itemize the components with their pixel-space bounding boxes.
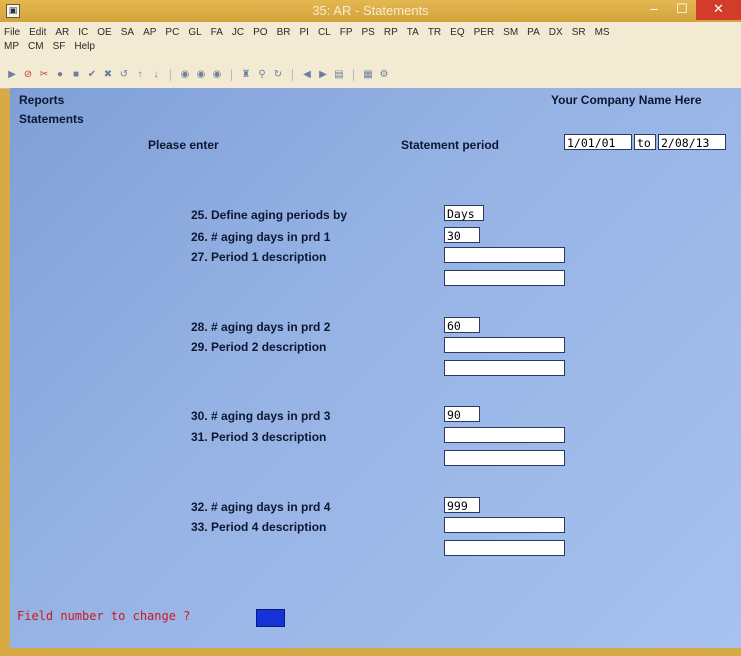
please-enter-label: Please enter [148, 138, 219, 152]
field-33-input-line2[interactable] [444, 540, 565, 556]
period-to-field[interactable]: 2/08/13 [658, 134, 726, 150]
field-32-label: 32. # aging days in prd 4 [191, 500, 331, 514]
toolbar-separator [353, 69, 354, 81]
print-icon[interactable]: ▤ [333, 69, 345, 81]
menu-item-ta[interactable]: TA [407, 27, 419, 38]
menu-item-fp[interactable]: FP [340, 27, 353, 38]
menu-item-sm[interactable]: SM [503, 27, 518, 38]
field-33-input-line1[interactable] [444, 517, 565, 533]
field-31-input-line1[interactable] [444, 427, 565, 443]
record-icon[interactable]: ◉ [179, 69, 191, 81]
menu-item-dx[interactable]: DX [549, 27, 563, 38]
menu-item-mp[interactable]: MP [4, 41, 19, 52]
stop-icon[interactable]: ⊘ [22, 69, 34, 81]
toolbar-separator [170, 69, 171, 81]
field-change-prompt: Field number to change ? [17, 609, 191, 623]
settings-icon[interactable]: ⚙ [378, 69, 390, 81]
menu-row-2: MP CM SF Help [4, 41, 95, 52]
field-28-input[interactable]: 60 [444, 317, 480, 333]
cut-icon[interactable]: ✂ [38, 69, 50, 81]
menu-item-ap[interactable]: AP [143, 27, 156, 38]
info-icon[interactable]: ● [54, 69, 66, 81]
field-30-input[interactable]: 90 [444, 406, 480, 422]
field-31-input-line2[interactable] [444, 450, 565, 466]
field-25-input[interactable]: Days [444, 205, 484, 221]
to-label: to [634, 134, 656, 150]
menu-item-edit[interactable]: Edit [29, 27, 46, 38]
maximize-button[interactable]: ☐ [668, 0, 696, 20]
title-bar[interactable]: ▣ 35: AR - Statements – ☐ ✕ [0, 0, 741, 22]
company-name: Your Company Name Here [551, 93, 702, 107]
window-title: 35: AR - Statements [312, 3, 429, 18]
menu-item-ic[interactable]: IC [78, 27, 88, 38]
undo-icon[interactable]: ↺ [118, 69, 130, 81]
menu-item-ar[interactable]: AR [55, 27, 69, 38]
arrow-up-icon[interactable]: ↑ [134, 69, 146, 81]
menu-item-sr[interactable]: SR [572, 27, 586, 38]
menu-item-sf[interactable]: SF [53, 41, 66, 52]
record2-icon[interactable]: ◉ [195, 69, 207, 81]
field-number-input[interactable] [256, 609, 285, 627]
play-icon[interactable]: ▶ [6, 69, 18, 81]
menu-item-po[interactable]: PO [253, 27, 267, 38]
next-icon[interactable]: ▶ [317, 69, 329, 81]
menu-item-help[interactable]: Help [74, 41, 95, 52]
menu-item-rp[interactable]: RP [384, 27, 398, 38]
field-33-label: 33. Period 4 description [191, 520, 327, 534]
menu-item-file[interactable]: File [4, 27, 20, 38]
close-button[interactable]: ✕ [696, 0, 741, 20]
previous-icon[interactable]: ◀ [301, 69, 313, 81]
menu-row-1: File Edit AR IC OE SA AP PC GL FA JC PO BR PI CL FP PS RP… [4, 27, 610, 38]
menu-item-oe[interactable]: OE [97, 27, 111, 38]
menu-item-pc[interactable]: PC [165, 27, 179, 38]
reports-heading: Reports [19, 93, 65, 107]
arrow-down-icon[interactable]: ↓ [150, 69, 162, 81]
menu-item-sa[interactable]: SA [121, 27, 134, 38]
menu-item-gl[interactable]: GL [188, 27, 201, 38]
menu-item-fa[interactable]: FA [211, 27, 223, 38]
calc-icon[interactable]: ▦ [362, 69, 374, 81]
toolbar-separator [292, 69, 293, 81]
field-30-label: 30. # aging days in prd 3 [191, 409, 331, 423]
menu-item-cm[interactable]: CM [28, 41, 44, 52]
menu-item-per[interactable]: PER [474, 27, 495, 38]
field-27-input-line2[interactable] [444, 270, 565, 286]
menu-item-cl[interactable]: CL [318, 27, 331, 38]
field-31-label: 31. Period 3 description [191, 430, 327, 444]
field-29-input-line2[interactable] [444, 360, 565, 376]
minimize-button[interactable]: – [640, 0, 668, 20]
statement-period-label: Statement period [401, 138, 500, 152]
field-29-input-line1[interactable] [444, 337, 565, 353]
save-icon[interactable]: ■ [70, 69, 82, 81]
menu-item-ms[interactable]: MS [595, 27, 610, 38]
statements-screen: Reports Your Company Name Here Statement… [10, 88, 741, 648]
menu-item-eq[interactable]: EQ [450, 27, 464, 38]
field-26-label: 26. # aging days in prd 1 [191, 230, 331, 244]
menu-item-pi[interactable]: PI [299, 27, 308, 38]
field-27-input-line1[interactable] [444, 247, 565, 263]
field-26-input[interactable]: 30 [444, 227, 480, 243]
menu-bar: File Edit AR IC OE SA AP PC GL FA JC PO BR PI CL FP PS RP… [0, 22, 741, 66]
field-27-label: 27. Period 1 description [191, 250, 327, 264]
toolbar-separator [231, 69, 232, 81]
menu-item-br[interactable]: BR [277, 27, 291, 38]
record3-icon[interactable]: ◉ [211, 69, 223, 81]
toolbar: ▶ ⊘ ✂ ● ■ ✔ ✖ ↺ ↑ ↓ ◉ ◉ ◉ ♜ ⚲ ↻ ◀ ▶ ▤ ▦ … [0, 66, 741, 89]
delete-icon[interactable]: ✖ [102, 69, 114, 81]
menu-item-ps[interactable]: PS [362, 27, 375, 38]
zoom-icon[interactable]: ⚲ [256, 69, 268, 81]
field-25-label: 25. Define aging periods by [191, 208, 348, 222]
period-from-field[interactable]: 1/01/01 [564, 134, 632, 150]
app-window: ▣ 35: AR - Statements – ☐ ✕ File Edit AR IC… [0, 0, 741, 656]
field-29-label: 29. Period 2 description [191, 340, 327, 354]
field-32-input[interactable]: 999 [444, 497, 480, 513]
menu-item-tr[interactable]: TR [428, 27, 441, 38]
field-28-label: 28. # aging days in prd 2 [191, 320, 331, 334]
statements-heading: Statements [19, 112, 84, 126]
menu-item-pa[interactable]: PA [527, 27, 540, 38]
find-icon[interactable]: ♜ [240, 69, 252, 81]
check-icon[interactable]: ✔ [86, 69, 98, 81]
refresh-icon[interactable]: ↻ [272, 69, 284, 81]
menu-item-jc[interactable]: JC [232, 27, 244, 38]
